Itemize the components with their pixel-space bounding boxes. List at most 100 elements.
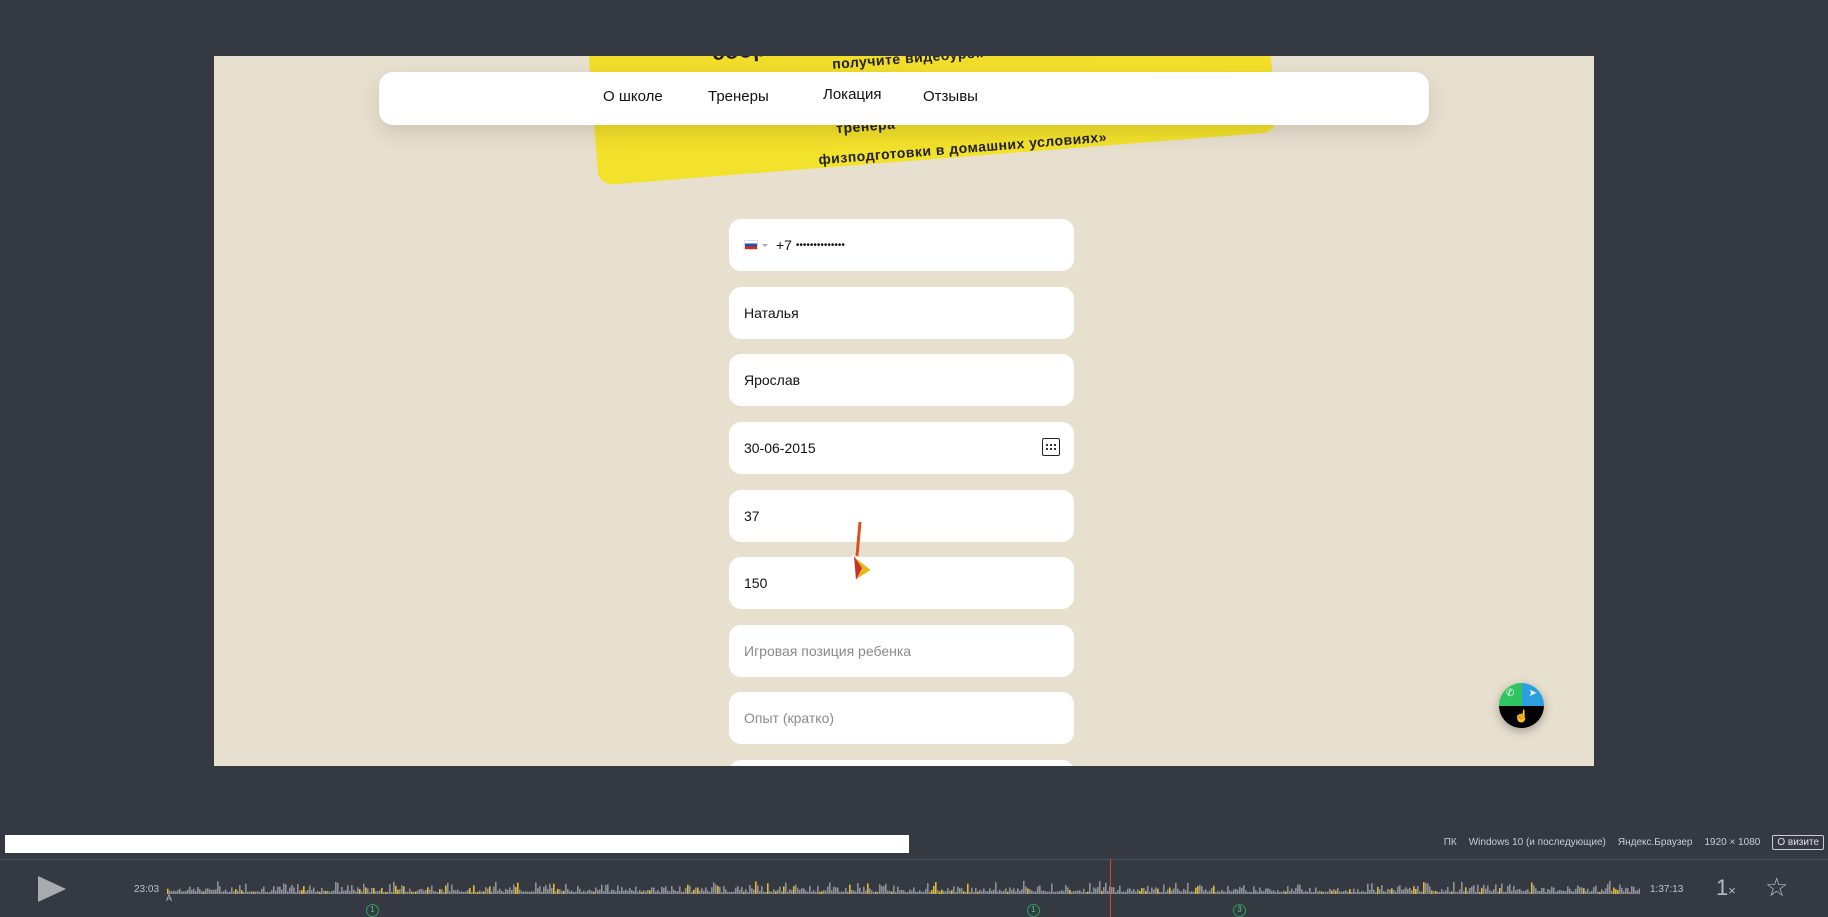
playhead[interactable] [1110, 859, 1111, 917]
wave-bar [455, 890, 457, 894]
speed-button[interactable]: 1× [1716, 875, 1736, 901]
wave-bar [909, 889, 911, 894]
wave-bar [1141, 888, 1143, 894]
wave-bar [203, 891, 205, 894]
wave-bar [645, 891, 647, 894]
hand-pointer-icon: ☝ [1499, 705, 1544, 728]
wave-bar [1537, 890, 1539, 894]
activity-timeline[interactable] [167, 870, 1640, 896]
wave-bar [1295, 888, 1297, 894]
position-input[interactable]: Игровая позиция ребенка [729, 625, 1074, 677]
child-name-input[interactable]: Ярослав [729, 354, 1074, 406]
next-input[interactable] [729, 760, 1074, 766]
wave-bar [503, 891, 505, 894]
wave-bar [527, 891, 529, 894]
height-input[interactable]: 150 [729, 557, 1074, 609]
russia-flag-icon[interactable] [744, 240, 758, 250]
wave-bar [621, 887, 623, 894]
wave-bar [613, 890, 615, 894]
event-marker[interactable]: 3 [1233, 904, 1246, 917]
wave-bar [905, 891, 907, 894]
wave-bar [1157, 888, 1159, 894]
wave-bar [1083, 888, 1085, 894]
nav-reviews[interactable]: Отзывы [923, 88, 978, 105]
wave-bar [1267, 888, 1269, 894]
parent-name-input[interactable]: Наталья [729, 287, 1074, 339]
wave-bar [883, 885, 885, 894]
wave-bar [1597, 891, 1599, 894]
event-marker[interactable]: 1 [366, 904, 379, 917]
wave-bar [1265, 888, 1267, 894]
wave-bar [523, 891, 525, 894]
whatsapp-icon[interactable]: ✆ [1499, 683, 1522, 706]
wave-bar [311, 890, 313, 894]
chevron-down-icon[interactable] [762, 243, 768, 247]
wave-bar [579, 888, 581, 894]
session-cursor-icon [853, 522, 874, 582]
birth-date-input[interactable]: 30-06-2015 [729, 422, 1074, 474]
wave-bar [419, 889, 421, 894]
wave-bar [1369, 889, 1371, 894]
wave-bar [517, 882, 519, 894]
speed-suffix: × [1728, 883, 1736, 898]
wave-bar [549, 883, 551, 894]
wave-bar [637, 891, 639, 894]
telegram-icon[interactable]: ➤ [1521, 683, 1544, 706]
wave-bar [1255, 890, 1257, 894]
wave-bar [661, 886, 663, 894]
wave-bar [983, 888, 985, 894]
wave-bar [1245, 890, 1247, 894]
wave-bar [457, 889, 459, 894]
wave-bar [383, 891, 385, 894]
wave-bar [459, 891, 461, 894]
wave-bar [1099, 881, 1101, 894]
nav-coaches[interactable]: Тренеры [708, 88, 769, 105]
nav-about[interactable]: О школе [603, 88, 663, 105]
wave-bar [277, 886, 279, 894]
wave-bar [673, 889, 675, 894]
wave-bar [1051, 883, 1053, 894]
wave-bar [1015, 891, 1017, 894]
star-icon[interactable]: ☆ [1765, 872, 1788, 903]
wave-bar [809, 886, 811, 894]
wave-bar [951, 890, 953, 894]
wave-bar [255, 891, 257, 894]
wave-bar [247, 891, 249, 894]
wave-bar [1471, 886, 1473, 894]
wave-bar [923, 891, 925, 894]
wave-bar [449, 891, 451, 894]
wave-bar [1633, 886, 1635, 894]
wave-bar [1025, 886, 1027, 894]
wave-bar [313, 887, 315, 894]
wave-bar [731, 891, 733, 894]
wave-bar [339, 891, 341, 894]
wave-bar [981, 891, 983, 894]
wave-bar [1527, 889, 1529, 894]
experience-input[interactable]: Опыт (кратко) [729, 692, 1074, 744]
wave-bar [593, 891, 595, 894]
visit-info-button[interactable]: О визите [1772, 835, 1824, 850]
wave-bar [921, 891, 923, 894]
wave-bar [665, 886, 667, 894]
nav-location[interactable]: Локация [823, 86, 882, 103]
wave-bar [1629, 891, 1631, 894]
event-marker[interactable]: 1 [1027, 904, 1040, 917]
wave-bar [529, 891, 531, 894]
url-bar[interactable] [5, 835, 909, 853]
phone-input[interactable]: +7 •••••••••••••• [729, 219, 1074, 271]
wave-bar [1071, 891, 1073, 894]
messenger-button[interactable]: ✆ ➤ ☝ [1499, 683, 1544, 728]
wave-bar [681, 891, 683, 894]
wave-bar [777, 889, 779, 894]
shoe-size-input[interactable]: 37 [729, 490, 1074, 542]
wave-bar [1169, 887, 1171, 894]
wave-bar [395, 885, 397, 894]
wave-bar [667, 890, 669, 894]
wave-bar [1485, 888, 1487, 894]
calendar-icon[interactable] [1042, 438, 1060, 456]
wave-bar [1277, 890, 1279, 894]
play-button[interactable] [38, 876, 66, 902]
wave-bar [1195, 887, 1197, 894]
wave-bar [397, 889, 399, 894]
wave-bar [183, 891, 185, 894]
